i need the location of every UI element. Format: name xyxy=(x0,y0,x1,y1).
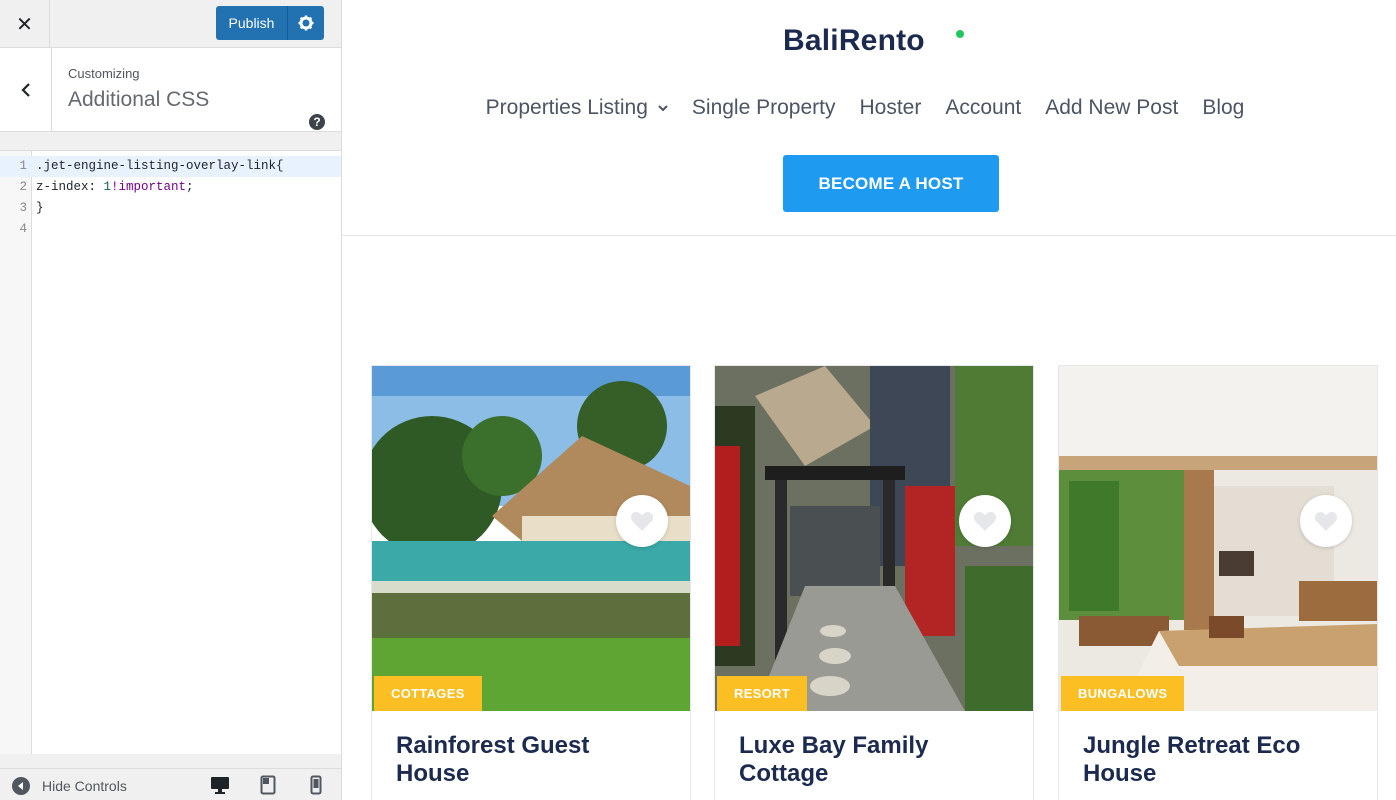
hide-controls-label: Hide Controls xyxy=(42,778,127,794)
publish-group: Publish xyxy=(216,6,324,40)
heart-icon xyxy=(630,512,654,531)
property-title[interactable]: Jungle Retreat Eco House xyxy=(1083,732,1343,788)
heart-icon xyxy=(973,512,997,531)
property-title[interactable]: Rainforest Guest House xyxy=(396,732,656,788)
site-logo[interactable]: BaliRento xyxy=(783,24,925,58)
nav-item-blog[interactable]: Blog xyxy=(1202,96,1244,120)
help-icon[interactable]: ? xyxy=(309,114,325,130)
customizer-app: ✕ Publish Customizing Additional CSS ? 1… xyxy=(0,0,1396,800)
site-preview: BaliRento Properties Listing Single Prop… xyxy=(342,0,1396,800)
code-line: 1 .jet-engine-listing-overlay-link{ xyxy=(0,156,341,177)
code-text: .jet-engine-listing-overlay-link{ xyxy=(36,159,284,173)
category-badge[interactable]: RESORT xyxy=(717,676,807,711)
mobile-preview-button[interactable] xyxy=(306,775,326,795)
favorite-button[interactable] xyxy=(959,495,1011,547)
close-customizer-button[interactable]: ✕ xyxy=(0,0,50,48)
header-divider xyxy=(342,235,1396,236)
code-token: !important xyxy=(111,180,187,194)
tablet-icon xyxy=(260,775,276,795)
breadcrumb: Customizing xyxy=(68,66,140,81)
nav-item-label: Hoster xyxy=(859,96,922,119)
customizer-sidebar: ✕ Publish Customizing Additional CSS ? 1… xyxy=(0,0,342,800)
favorite-button[interactable] xyxy=(616,495,668,547)
desktop-preview-button[interactable] xyxy=(210,775,230,795)
nav-item-single-property[interactable]: Single Property xyxy=(692,96,836,120)
code-token: ; xyxy=(186,180,194,194)
publish-button[interactable]: Publish xyxy=(216,6,288,40)
property-card[interactable]: BUNGALOWS Jungle Retreat Eco House xyxy=(1058,365,1378,800)
nav-item-label: Blog xyxy=(1202,96,1245,119)
close-icon: ✕ xyxy=(16,13,33,36)
chevron-down-icon xyxy=(658,104,668,111)
section-header: Customizing Additional CSS ? xyxy=(0,48,341,132)
property-card[interactable]: RESORT Luxe Bay Family Cottage xyxy=(714,365,1034,800)
gear-icon xyxy=(298,15,314,31)
line-number: 4 xyxy=(19,222,27,236)
nav-item-label: Single Property xyxy=(691,96,836,119)
nav-item-label: Add New Post xyxy=(1045,96,1179,119)
chevron-left-icon xyxy=(20,83,30,97)
help-icon xyxy=(309,44,325,60)
category-badge[interactable]: COTTAGES xyxy=(374,676,482,711)
back-button[interactable] xyxy=(0,48,52,132)
nav-item-properties-listing[interactable]: Properties Listing xyxy=(486,96,668,120)
nav-item-hoster[interactable]: Hoster xyxy=(859,96,921,120)
heart-icon xyxy=(1314,512,1338,531)
line-number: 2 xyxy=(19,180,27,194)
property-card[interactable]: COTTAGES Rainforest Guest House xyxy=(371,365,691,800)
logo-dot xyxy=(956,30,964,38)
favorite-button[interactable] xyxy=(1300,495,1352,547)
css-code-editor[interactable]: 1 .jet-engine-listing-overlay-link{ 2 z-… xyxy=(0,150,341,754)
nav-item-add-new-post[interactable]: Add New Post xyxy=(1045,96,1178,120)
desktop-icon xyxy=(211,777,229,794)
code-line: 3 } xyxy=(0,198,341,219)
customizer-footer: Hide Controls xyxy=(0,768,341,800)
line-number: 3 xyxy=(19,201,27,215)
property-title[interactable]: Luxe Bay Family Cottage xyxy=(739,732,999,788)
code-text: z-index: 1!important; xyxy=(36,177,194,198)
code-line: 4 xyxy=(0,219,341,240)
nav-item-account[interactable]: Account xyxy=(945,96,1021,120)
hide-controls-button[interactable]: Hide Controls xyxy=(12,777,127,795)
customizer-header: ✕ Publish xyxy=(0,0,341,48)
main-navigation: Properties Listing Single Property Hoste… xyxy=(342,96,1396,120)
become-host-button[interactable]: BECOME A HOST xyxy=(783,155,999,212)
code-token: 1 xyxy=(103,180,112,194)
section-title: Additional CSS xyxy=(68,88,210,111)
line-number-gutter xyxy=(0,151,32,754)
publish-settings-button[interactable] xyxy=(288,6,324,40)
tablet-preview-button[interactable] xyxy=(258,775,278,795)
line-number: 1 xyxy=(19,159,27,173)
nav-item-label: Account xyxy=(945,96,1022,119)
mobile-icon xyxy=(310,775,322,795)
category-badge[interactable]: BUNGALOWS xyxy=(1061,676,1185,711)
nav-item-label: Properties Listing xyxy=(485,96,648,119)
collapse-arrow-icon xyxy=(12,777,30,795)
code-line: 2 z-index: 1!important; xyxy=(0,177,341,198)
code-text: } xyxy=(36,201,44,215)
code-token: z-index: xyxy=(36,180,104,194)
